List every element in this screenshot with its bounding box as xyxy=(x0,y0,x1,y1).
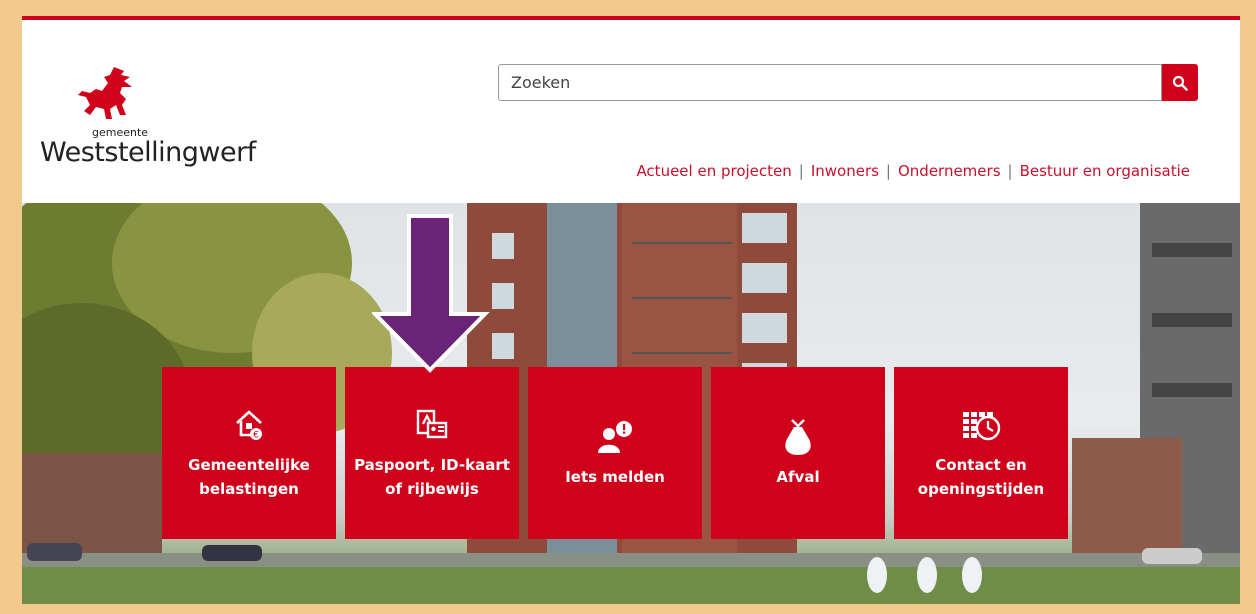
house-euro-icon: € xyxy=(229,405,269,445)
nav-item-bestuur[interactable]: Bestuur en organisatie xyxy=(1020,162,1190,180)
logo-title: Weststellingwerf xyxy=(40,137,256,168)
site-logo[interactable]: gemeente Weststellingwerf xyxy=(40,65,270,175)
tile-afval[interactable]: Afval xyxy=(711,367,885,539)
main-navigation: Actueel en projecten | Inwoners | Ondern… xyxy=(636,162,1190,180)
tile-iets-melden[interactable]: Iets melden xyxy=(528,367,702,539)
search-button[interactable] xyxy=(1162,64,1198,101)
nav-separator: | xyxy=(1007,162,1013,180)
tile-contact-openingstijden[interactable]: Contact en openingstijden xyxy=(894,367,1068,539)
id-card-icon xyxy=(412,405,452,445)
nav-separator: | xyxy=(885,162,891,180)
tile-label: Paspoort, ID-kaart of rijbewijs xyxy=(354,456,510,498)
nav-separator: | xyxy=(798,162,804,180)
quick-links: € Gemeentelijke belastingen Paspoort, ID… xyxy=(162,367,1077,539)
tile-label: Iets melden xyxy=(565,468,665,486)
search-bar xyxy=(498,64,1198,101)
person-alert-icon xyxy=(595,417,635,457)
tile-gemeentelijke-belastingen[interactable]: € Gemeentelijke belastingen xyxy=(162,367,336,539)
search-icon xyxy=(1172,75,1188,91)
nav-item-actueel[interactable]: Actueel en projecten xyxy=(636,162,791,180)
calendar-clock-icon xyxy=(961,405,1001,445)
search-input[interactable] xyxy=(498,64,1162,101)
tile-label: Gemeentelijke belastingen xyxy=(188,456,310,498)
site-header: gemeente Weststellingwerf Actueel en pro… xyxy=(22,20,1240,203)
tile-label: Afval xyxy=(776,468,820,486)
nav-item-ondernemers[interactable]: Ondernemers xyxy=(898,162,1001,180)
nav-item-inwoners[interactable]: Inwoners xyxy=(811,162,879,180)
svg-text:€: € xyxy=(253,431,259,441)
hero-photo: € Gemeentelijke belastingen Paspoort, ID… xyxy=(22,203,1240,604)
browser-frame: gemeente Weststellingwerf Actueel en pro… xyxy=(22,16,1240,604)
waste-bag-icon xyxy=(778,417,818,457)
tile-paspoort-id-rijbewijs[interactable]: Paspoort, ID-kaart of rijbewijs xyxy=(345,367,519,539)
annotation-arrow-icon xyxy=(372,214,490,373)
griffin-logo-icon xyxy=(78,67,132,119)
tile-label: Contact en openingstijden xyxy=(917,456,1045,498)
